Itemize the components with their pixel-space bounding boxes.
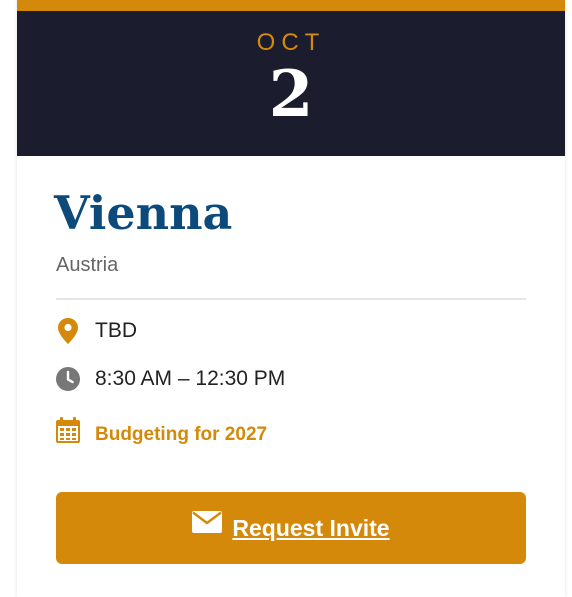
envelope-icon [192,511,223,533]
topic-link[interactable]: Budgeting for 2027 [95,424,267,446]
date-header: OCT 2 [17,0,565,156]
topic-row: Budgeting for 2027 [56,414,267,446]
divider [56,298,526,300]
map-pin-icon [56,318,80,344]
request-invite-label: Request Invite [232,514,390,541]
time-text: 8:30 AM – 12:30 PM [95,367,286,390]
calendar-icon [56,417,80,443]
location-row: TBD [56,318,137,344]
time-row: 8:30 AM – 12:30 PM [56,366,285,392]
location-text: TBD [95,319,137,342]
event-city: Vienna [54,186,233,240]
event-month: OCT [256,29,326,56]
clock-icon [56,366,80,392]
event-day: 2 [268,57,314,132]
event-card: OCT 2 Vienna Austria TBD 8:30 AM – 12:30… [17,0,565,597]
request-invite-button[interactable]: Request Invite [56,492,526,564]
event-country: Austria [56,254,119,276]
